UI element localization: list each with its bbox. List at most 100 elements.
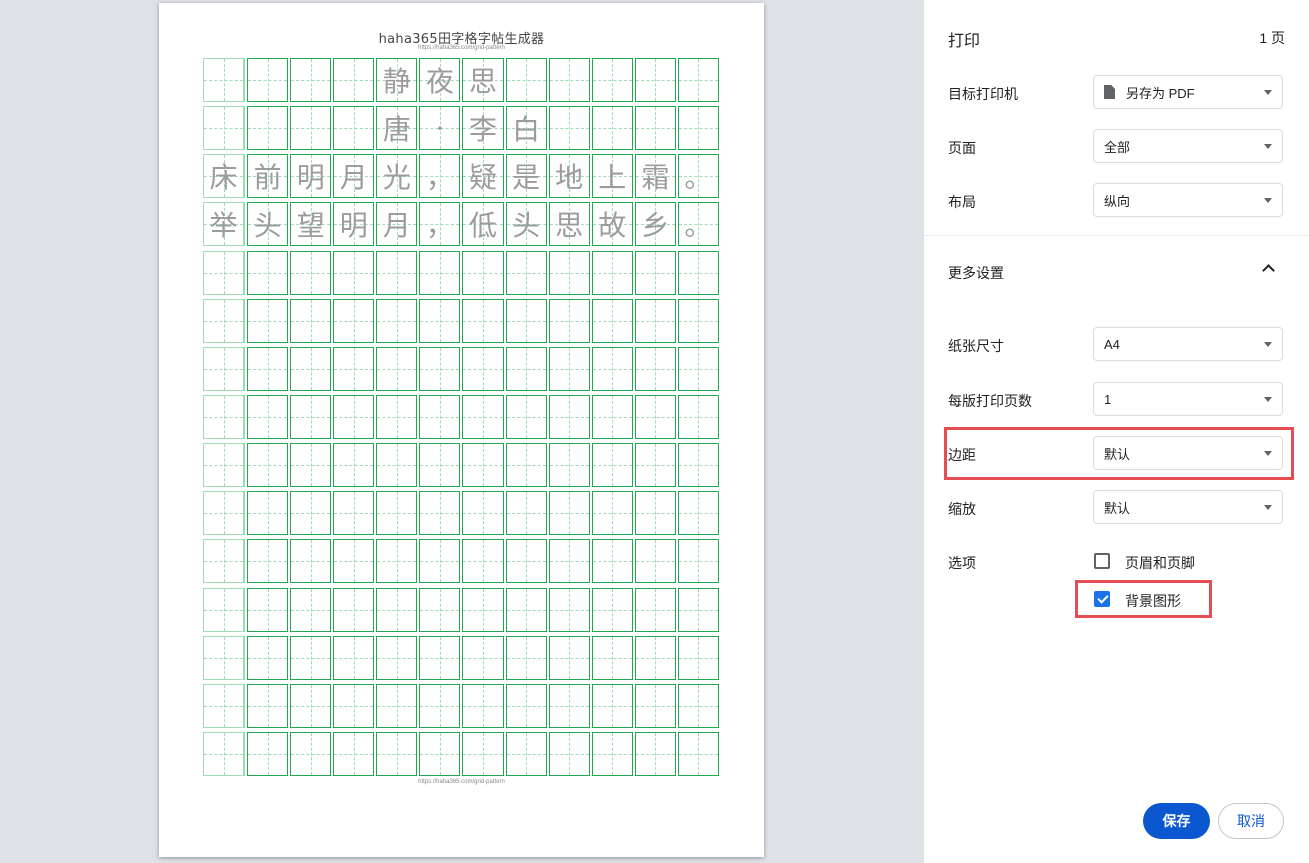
grid-character xyxy=(377,348,416,390)
grid-character xyxy=(636,396,675,438)
grid-character xyxy=(204,444,243,486)
grid-cell xyxy=(203,58,246,102)
grid-row xyxy=(203,394,719,439)
grid-character xyxy=(420,637,459,679)
grid-cell xyxy=(376,731,418,776)
grid-cell xyxy=(419,635,461,680)
cancel-button[interactable]: 取消 xyxy=(1218,803,1284,839)
grid-character xyxy=(593,348,632,390)
grid-row xyxy=(203,298,719,343)
grid-cell xyxy=(376,346,418,391)
pages-per-sheet-value: 1 xyxy=(1104,391,1112,407)
scale-select[interactable]: 默认 xyxy=(1093,490,1283,524)
grid-cell xyxy=(333,539,375,584)
grid-character: ， xyxy=(425,161,454,195)
grid-character xyxy=(420,540,459,582)
grid-cell xyxy=(505,250,547,295)
grid-cell xyxy=(333,683,375,728)
destination-label: 目标打印机 xyxy=(948,86,1018,102)
grid-character: 白 xyxy=(512,113,541,147)
grid-character xyxy=(636,348,675,390)
grid-cell xyxy=(462,635,504,680)
grid-character xyxy=(636,733,675,775)
grid-character xyxy=(248,540,287,582)
grid-character xyxy=(204,396,243,438)
grid-character xyxy=(204,300,243,342)
paper-size-select[interactable]: A4 xyxy=(1093,327,1283,361)
margins-select[interactable]: 默认 xyxy=(1093,436,1283,470)
grid-character xyxy=(679,59,718,101)
grid-character xyxy=(463,348,502,390)
chevron-up-icon[interactable] xyxy=(1262,264,1275,277)
pdf-file-icon xyxy=(1104,85,1115,99)
grid-cell xyxy=(505,394,547,439)
grid-cell xyxy=(591,250,633,295)
grid-cell xyxy=(247,539,289,584)
pages-select[interactable]: 全部 xyxy=(1093,129,1283,163)
grid-character xyxy=(334,444,373,486)
grid-character xyxy=(507,396,546,438)
grid-cell xyxy=(376,491,418,536)
grid-character xyxy=(334,107,373,149)
grid-cell: 乡 xyxy=(634,202,676,247)
grid-cell xyxy=(677,250,719,295)
grid-character xyxy=(593,396,632,438)
grid-character xyxy=(334,59,373,101)
grid-character xyxy=(463,252,502,294)
grid-cell xyxy=(548,443,590,488)
grid-cell xyxy=(203,635,246,680)
pages-label: 页面 xyxy=(948,140,976,156)
more-settings-toggle[interactable]: 更多设置 xyxy=(948,263,1004,283)
grid-character xyxy=(420,444,459,486)
grid-character xyxy=(291,59,330,101)
grid-character xyxy=(507,733,546,775)
grid-cell xyxy=(548,731,590,776)
pages-per-sheet-select[interactable]: 1 xyxy=(1093,382,1283,416)
headers-footers-checkbox[interactable] xyxy=(1094,553,1110,569)
grid-cell xyxy=(505,539,547,584)
paper-size-value: A4 xyxy=(1104,336,1120,352)
grid-cell xyxy=(548,58,590,102)
grid-character: 静 xyxy=(382,65,411,98)
layout-select[interactable]: 纵向 xyxy=(1093,183,1283,217)
grid-character xyxy=(679,492,718,534)
grid-character xyxy=(377,444,416,486)
grid-row xyxy=(203,491,719,536)
grid-cell xyxy=(419,250,461,295)
grid-character: 夜 xyxy=(425,65,454,98)
grid-character xyxy=(550,733,589,775)
grid-cell xyxy=(290,298,332,343)
headers-footers-label[interactable]: 页眉和页脚 xyxy=(1125,553,1195,573)
grid-cell xyxy=(677,346,719,391)
grid-character xyxy=(463,733,502,775)
grid-character xyxy=(291,589,330,631)
grid-character xyxy=(291,492,330,534)
grid-cell: 头 xyxy=(247,202,289,247)
grid-character xyxy=(420,733,459,775)
grid-cell xyxy=(634,587,676,632)
grid-character xyxy=(679,252,718,294)
grid-cell xyxy=(376,539,418,584)
grid-cell xyxy=(419,539,461,584)
grid-character xyxy=(463,589,502,631)
destination-select[interactable]: 另存为 PDF xyxy=(1093,75,1283,109)
grid-character xyxy=(204,252,243,294)
grid-character xyxy=(204,733,243,775)
panel-title: 打印 xyxy=(948,33,981,50)
grid-cell xyxy=(247,346,289,391)
background-graphics-checkbox[interactable] xyxy=(1094,591,1110,607)
grid-cell xyxy=(634,635,676,680)
grid-character xyxy=(507,300,546,342)
grid-character xyxy=(679,685,718,727)
grid-cell: 静 xyxy=(376,58,418,102)
background-graphics-label[interactable]: 背景图形 xyxy=(1125,591,1181,611)
grid-cell xyxy=(290,635,332,680)
grid-character: 思 xyxy=(555,209,584,243)
grid-cell: 前 xyxy=(247,154,289,199)
save-button[interactable]: 保存 xyxy=(1143,803,1210,839)
grid-character xyxy=(507,59,546,101)
grid-character xyxy=(377,492,416,534)
grid-cell xyxy=(203,587,246,632)
grid-cell xyxy=(419,298,461,343)
grid-cell xyxy=(203,683,246,728)
